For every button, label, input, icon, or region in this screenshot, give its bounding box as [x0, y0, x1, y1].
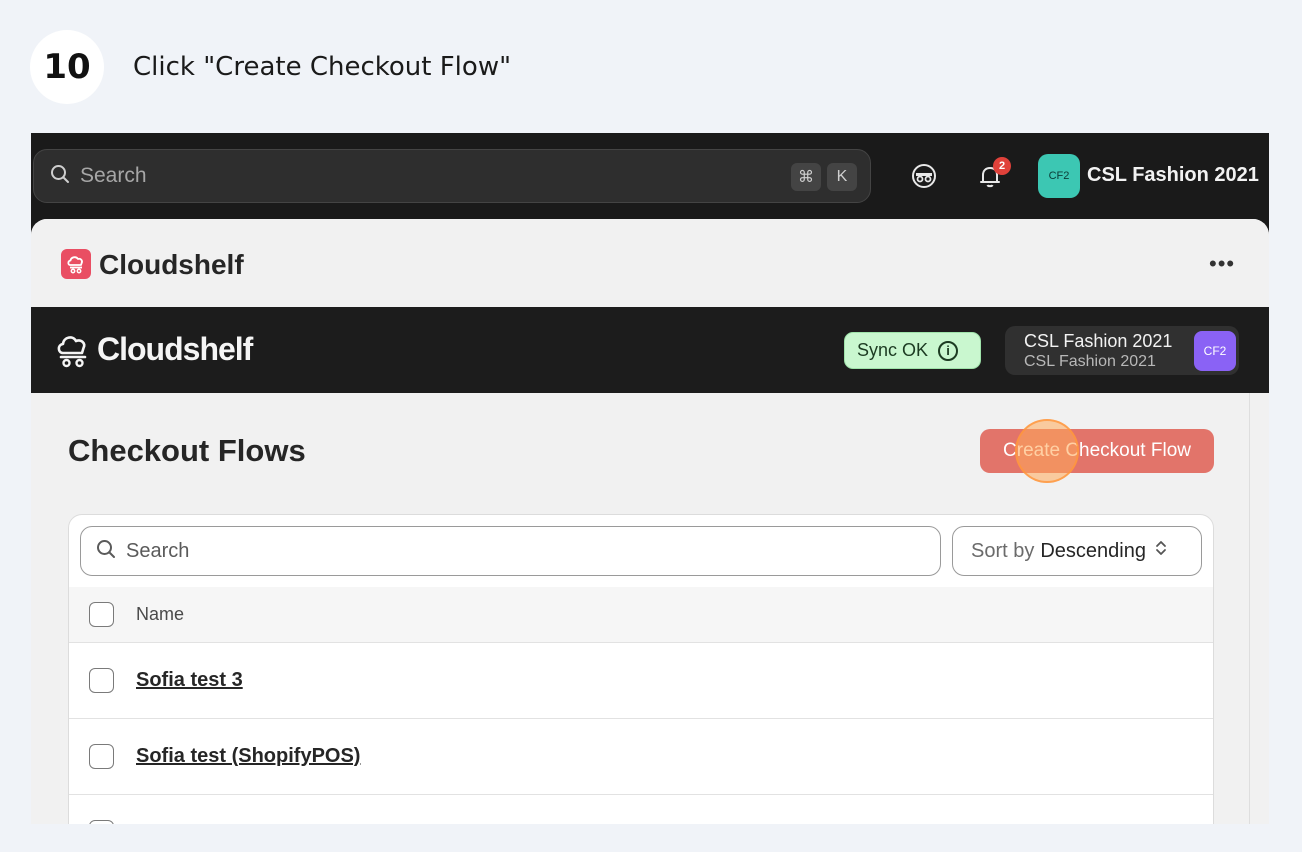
search-icon: [50, 164, 70, 189]
row-checkbox[interactable]: [89, 668, 114, 693]
store-switcher-avatar: CF2: [1194, 331, 1236, 371]
checkout-flow-link[interactable]: Sofia test (ShopifyPOS): [136, 745, 360, 768]
store-name[interactable]: CSL Fashion 2021: [1087, 164, 1259, 187]
global-search-placeholder: Search: [80, 164, 147, 187]
command-key: ⌘: [791, 163, 821, 191]
table-row[interactable]: [69, 795, 1213, 824]
chevron-up-down-icon: [1154, 539, 1168, 563]
notification-count-badge: 2: [993, 157, 1011, 175]
cloudshelf-app-icon: [61, 249, 91, 279]
sort-value: Descending: [1040, 539, 1146, 562]
list-search-input[interactable]: Search: [80, 526, 941, 576]
cloudshelf-header: Cloudshelf Sync OK i CSL Fashion 2021 CS…: [31, 307, 1269, 393]
table-row[interactable]: Sofia test 3: [69, 643, 1213, 719]
select-all-checkbox[interactable]: [89, 602, 114, 627]
sync-status-label: Sync OK: [857, 340, 929, 360]
column-header-name[interactable]: Name: [136, 604, 184, 625]
info-icon: i: [938, 340, 959, 361]
screenshot: Search ⌘ K 2 CF2 CSL Fashion 2021 Clouds…: [31, 133, 1269, 824]
global-search-input[interactable]: Search ⌘ K: [33, 149, 871, 203]
checkout-flows-table: Search Sort by Descending Name Sofia tes…: [68, 514, 1214, 824]
row-checkbox[interactable]: [89, 744, 114, 769]
store-switcher-name: CSL Fashion 2021: [1024, 331, 1173, 351]
step-instruction: Click "Create Checkout Flow": [133, 52, 512, 82]
table-header: Name: [69, 587, 1213, 643]
search-icon: [96, 539, 116, 564]
sync-status-badge[interactable]: Sync OK i: [844, 332, 981, 369]
checkout-flows-page: Checkout Flows Create Checkout Flow Sear…: [31, 393, 1250, 824]
app-header: Cloudshelf •••: [31, 219, 1269, 307]
table-row[interactable]: Sofia test (ShopifyPOS): [69, 719, 1213, 795]
sort-prefix: Sort by: [971, 539, 1035, 562]
more-options-button[interactable]: •••: [1209, 251, 1235, 277]
row-checkbox[interactable]: [89, 820, 114, 824]
store-switcher-subname: CSL Fashion 2021: [1024, 353, 1156, 370]
checkout-flow-link[interactable]: Sofia test 3: [136, 669, 243, 692]
create-checkout-flow-button[interactable]: Create Checkout Flow: [980, 429, 1214, 473]
top-bar: Search ⌘ K 2 CF2 CSL Fashion 2021: [31, 133, 1269, 219]
step-number: 10: [30, 30, 104, 104]
cloudshelf-logo-text: Cloudshelf: [97, 331, 253, 367]
list-search-placeholder: Search: [126, 539, 190, 562]
store-avatar[interactable]: CF2: [1038, 154, 1080, 198]
app-name: Cloudshelf: [99, 249, 244, 280]
cloudshelf-logo-icon: [55, 331, 91, 369]
page-title: Checkout Flows: [68, 433, 306, 468]
incognito-icon[interactable]: [909, 161, 939, 191]
k-key: K: [827, 163, 857, 191]
store-switcher[interactable]: CSL Fashion 2021 CSL Fashion 2021 CF2: [1005, 326, 1239, 375]
sort-select[interactable]: Sort by Descending: [952, 526, 1202, 576]
app-panel: Cloudshelf ••• Cloudshelf Sync OK i CSL …: [31, 219, 1269, 824]
